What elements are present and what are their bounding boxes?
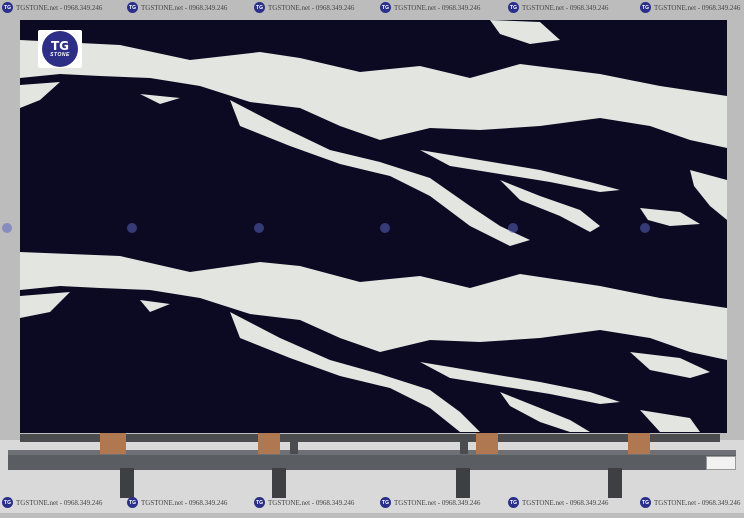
watermark-row-top: TG TGSTONE.net - 0968.349.246 TG TGSTONE.n… — [0, 2, 744, 16]
watermark: TG TGSTONE.net - 0968.349.246 — [508, 2, 608, 13]
watermark: TG TGSTONE.net - 0968.349.246 — [640, 2, 740, 13]
watermark-dot — [508, 223, 518, 233]
watermark: TG TGSTONE.net - 0968.349.246 — [254, 497, 354, 508]
watermark-dot — [2, 223, 12, 233]
watermark-dot — [640, 223, 650, 233]
watermark-dot — [380, 223, 390, 233]
brand-logo-word: STONE — [50, 52, 70, 58]
brand-logo-circle: TG STONE — [42, 31, 78, 67]
watermark: TG TGSTONE.net - 0968.349.246 — [380, 2, 480, 13]
watermark-dot — [254, 223, 264, 233]
brand-logo: TG STONE — [38, 30, 82, 68]
watermark: TG TGSTONE.net - 0968.349.246 — [254, 2, 354, 13]
slab-illustration — [0, 0, 744, 513]
watermark-row-bottom: TG TGSTONE.net - 0968.349.246 TG TGSTONE.n… — [0, 497, 744, 511]
brand-logo-mark: TG — [50, 39, 70, 53]
barcode-sticker — [706, 456, 736, 470]
watermark: TG TGSTONE.net - 0968.349.246 — [2, 497, 102, 508]
watermark-dot — [127, 223, 137, 233]
watermark: TG TGSTONE.net - 0968.349.246 — [2, 2, 102, 13]
watermark: TG TGSTONE.net - 0968.349.246 — [127, 497, 227, 508]
slab-photo: TG STONE TG TGSTONE.net - 0968.349.246 TG… — [0, 0, 744, 513]
watermark: TG TGSTONE.net - 0968.349.246 — [127, 2, 227, 13]
watermark: TG TGSTONE.net - 0968.349.246 — [640, 497, 740, 508]
watermark: TG TGSTONE.net - 0968.349.246 — [380, 497, 480, 508]
watermark: TG TGSTONE.net - 0968.349.246 — [508, 497, 608, 508]
